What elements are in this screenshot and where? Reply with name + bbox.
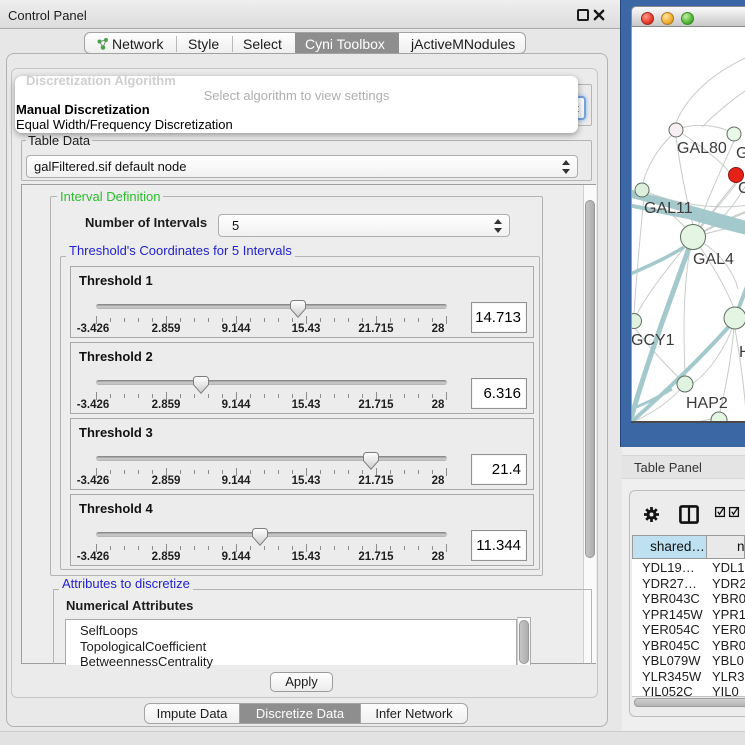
svg-text:GAL4: GAL4 [693,251,734,268]
svg-text:HAP2: HAP2 [686,395,728,412]
svg-text:C: C [738,180,745,197]
svg-text:H: H [739,344,745,361]
svg-text:GA: GA [736,145,745,162]
svg-text:GAL80: GAL80 [677,140,727,157]
svg-text:GAL11: GAL11 [644,200,693,217]
svg-text:GCY1: GCY1 [632,332,675,349]
